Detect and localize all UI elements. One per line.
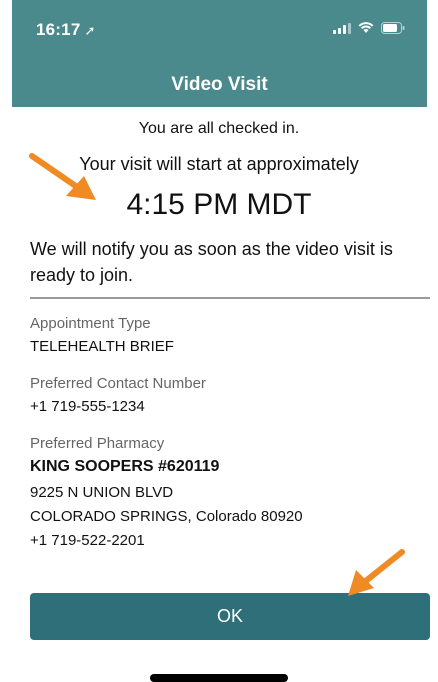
- location-arrow-icon: ➚: [84, 23, 96, 38]
- annotation-arrow-icon: [29, 153, 96, 200]
- signal-icon: [333, 22, 351, 34]
- status-bar: 16:17 ➚: [12, 0, 427, 62]
- contact-number-label: Preferred Contact Number: [30, 375, 206, 392]
- pharmacy-label: Preferred Pharmacy: [30, 435, 165, 452]
- battery-icon: [381, 22, 405, 34]
- annotation-arrow-icon: [348, 549, 405, 596]
- appointment-type-label: Appointment Type: [30, 315, 151, 332]
- status-icons: [333, 22, 405, 34]
- pharmacy-address-line1: 9225 N UNION BLVD: [30, 484, 174, 501]
- pharmacy-name: KING SOOPERS #620119: [30, 458, 220, 475]
- wifi-icon: [358, 22, 374, 34]
- appointment-type-value: TELEHEALTH BRIEF: [30, 338, 174, 355]
- contact-number-value: +1 719-555-1234: [30, 398, 145, 415]
- page-title: Video Visit: [171, 73, 268, 95]
- pharmacy-phone: +1 719-522-2201: [30, 532, 145, 549]
- pharmacy-address-line2: COLORADO SPRINGS, Colorado 80920: [30, 508, 303, 525]
- status-time: 16:17 ➚: [36, 20, 96, 40]
- checked-in-message: You are all checked in.: [138, 120, 300, 137]
- status-time-text: 16:17: [36, 20, 81, 39]
- divider: [30, 297, 430, 299]
- nav-bar: Video Visit: [12, 62, 427, 107]
- notify-message: We will notify you as soon as the video …: [30, 239, 393, 285]
- ok-button[interactable]: OK: [30, 593, 430, 640]
